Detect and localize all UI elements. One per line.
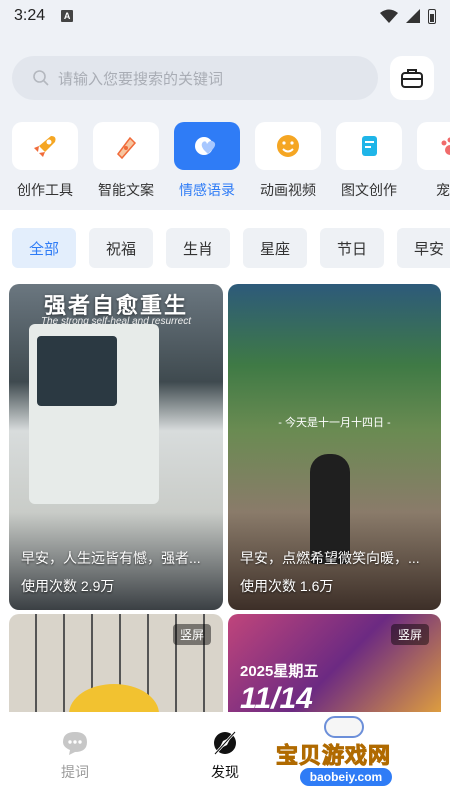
vertical-badge: 竖屏 bbox=[390, 624, 429, 645]
nav-prompt[interactable]: 提词 bbox=[45, 730, 105, 782]
smile-icon bbox=[277, 135, 299, 157]
prompt-icon bbox=[63, 732, 87, 755]
category-smart-copy[interactable]: 智能文案 bbox=[93, 122, 159, 200]
card-caption: 早安，点燃希望微笑向暖，... bbox=[240, 550, 420, 566]
category-label: 宠物 bbox=[436, 182, 450, 198]
card-overlay-subtitle: The strong self-heal and resurrect bbox=[40, 316, 192, 327]
battery-icon bbox=[428, 8, 436, 24]
category-animation-video[interactable]: 动画视频 bbox=[255, 122, 321, 200]
card-thumbnail bbox=[29, 324, 159, 504]
nav-label: 发现 bbox=[211, 764, 239, 780]
hearts-icon bbox=[195, 137, 216, 155]
doc-icon bbox=[362, 136, 377, 156]
status-time: 3:24 bbox=[14, 7, 46, 24]
chip-holiday[interactable]: 节日 bbox=[320, 228, 384, 268]
chip-zodiac-animal[interactable]: 生肖 bbox=[166, 228, 230, 268]
vertical-badge: 竖屏 bbox=[172, 624, 211, 645]
paw-icon bbox=[441, 137, 450, 155]
search-row: 请输入您要搜索的关键词 bbox=[12, 56, 438, 100]
feed-card[interactable]: 2025星期五 11/14 竖屏 bbox=[228, 614, 441, 724]
nav-label: 提词 bbox=[61, 764, 89, 780]
category-label: 创作工具 bbox=[17, 182, 73, 198]
nav-discover[interactable]: 发现 bbox=[195, 730, 255, 782]
pen-icon bbox=[117, 136, 137, 160]
card-overlay-date: 11/14 bbox=[240, 682, 313, 715]
search-placeholder: 请输入您要搜索的关键词 bbox=[58, 70, 224, 88]
feed-card[interactable]: 竖屏 bbox=[9, 614, 223, 724]
feed-card[interactable]: 强者自愈重生 The strong self-heal and resurrec… bbox=[9, 284, 223, 610]
card-usage-count: 使用次数 1.6万 bbox=[240, 578, 334, 594]
category-label: 智能文案 bbox=[98, 182, 154, 198]
category-row: 创作工具 智能文案 情感语录 动画视频 图文创作 宠物 bbox=[12, 122, 450, 200]
feed-card[interactable]: - 今天是十一月十四日 - 早安，点燃希望微笑向暖，... 使用次数 1.6万 bbox=[228, 284, 441, 610]
watermark-title: 宝贝游戏网 bbox=[275, 743, 392, 769]
wifi-icon bbox=[380, 9, 398, 23]
status-icons bbox=[380, 8, 436, 24]
category-label: 图文创作 bbox=[341, 182, 397, 198]
category-image-text[interactable]: 图文创作 bbox=[336, 122, 402, 200]
search-icon bbox=[33, 70, 49, 86]
toolbox-icon bbox=[401, 69, 423, 88]
status-bar: 3:24 A bbox=[0, 0, 450, 32]
category-emotion-quotes[interactable]: 情感语录 bbox=[174, 122, 240, 200]
discover-icon bbox=[214, 731, 236, 755]
card-overlay-year: 2025星期五 bbox=[240, 663, 319, 680]
notification-a-icon: A bbox=[61, 10, 74, 22]
signal-icon bbox=[406, 9, 420, 23]
filter-chips: 全部 祝福 生肖 星座 节日 早安 bbox=[12, 228, 450, 268]
toolbox-button[interactable] bbox=[390, 56, 434, 100]
card-overlay-date: - 今天是十一月十四日 - bbox=[278, 417, 391, 429]
chip-constellation[interactable]: 星座 bbox=[243, 228, 307, 268]
category-pets[interactable]: 宠物 bbox=[417, 122, 450, 200]
search-input[interactable]: 请输入您要搜索的关键词 bbox=[12, 56, 378, 100]
watermark-logo: 宝贝游戏网 baobeiy.com bbox=[272, 712, 422, 796]
category-label: 动画视频 bbox=[260, 182, 316, 198]
chip-blessing[interactable]: 祝福 bbox=[89, 228, 153, 268]
category-label: 情感语录 bbox=[179, 182, 235, 198]
chip-good-morning[interactable]: 早安 bbox=[397, 228, 450, 268]
card-caption: 早安，人生远皆有憾，强者... bbox=[21, 550, 201, 566]
rocket-icon bbox=[34, 136, 56, 157]
watermark-url: baobeiy.com bbox=[300, 768, 392, 786]
gamepad-icon bbox=[324, 716, 364, 738]
category-creation-tools[interactable]: 创作工具 bbox=[12, 122, 78, 200]
chip-all[interactable]: 全部 bbox=[12, 228, 76, 268]
card-usage-count: 使用次数 2.9万 bbox=[21, 578, 115, 594]
